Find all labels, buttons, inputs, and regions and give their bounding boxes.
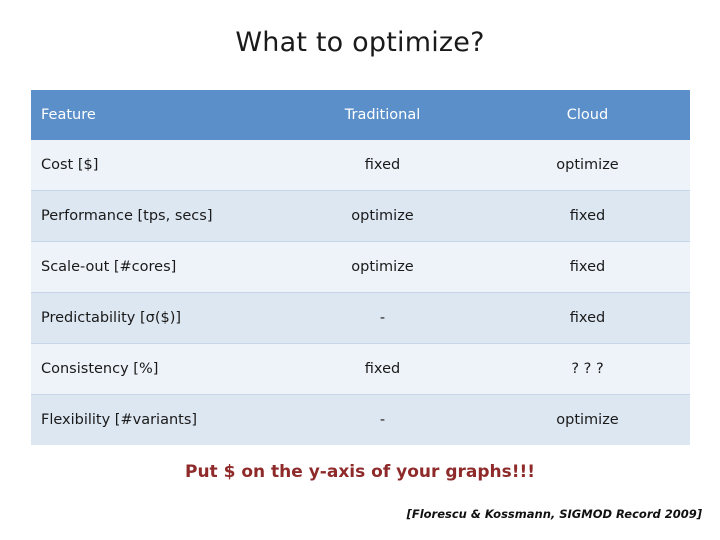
table-header: Feature Traditional Cloud xyxy=(31,90,690,140)
table-body: Cost [$] fixed optimize Performance [tps… xyxy=(31,140,690,445)
cell-cloud: fixed xyxy=(485,292,690,344)
cell-feature: Consistency [%] xyxy=(31,343,280,395)
cell-cloud: fixed xyxy=(485,190,690,242)
cell-feature: Predictability [σ($)] xyxy=(31,292,280,344)
page-title: What to optimize? xyxy=(235,27,485,58)
cell-feature: Performance [tps, secs] xyxy=(31,190,280,242)
cell-traditional: - xyxy=(280,394,485,445)
cell-cloud: ? ? ? xyxy=(485,343,690,395)
cell-feature: Cost [$] xyxy=(31,140,280,191)
citation: [Florescu & Kossmann, SIGMOD Record 2009… xyxy=(406,507,702,521)
cell-traditional: - xyxy=(280,292,485,344)
table-row: Cost [$] fixed optimize xyxy=(31,140,690,191)
table-row: Predictability [σ($)] - fixed xyxy=(31,292,690,344)
cell-traditional: fixed xyxy=(280,140,485,191)
cell-cloud: fixed xyxy=(485,241,690,293)
column-header-cloud: Cloud xyxy=(485,90,690,140)
slide: What to optimize? Feature Traditional Cl… xyxy=(0,0,720,540)
table-header-row: Feature Traditional Cloud xyxy=(31,90,690,140)
table-row: Consistency [%] fixed ? ? ? xyxy=(31,343,690,395)
footnote-callout: Put $ on the y-axis of your graphs!!! xyxy=(184,462,535,482)
cell-traditional: optimize xyxy=(280,241,485,293)
cell-traditional: fixed xyxy=(280,343,485,395)
comparison-table-container: Feature Traditional Cloud Cost [$] fixed… xyxy=(31,90,690,445)
cell-feature: Flexibility [#variants] xyxy=(31,394,280,445)
table-row: Scale-out [#cores] optimize fixed xyxy=(31,241,690,293)
column-header-traditional: Traditional xyxy=(280,90,485,140)
cell-cloud: optimize xyxy=(485,140,690,191)
cell-feature: Scale-out [#cores] xyxy=(31,241,280,293)
table-row: Flexibility [#variants] - optimize xyxy=(31,394,690,445)
cell-cloud: optimize xyxy=(485,394,690,445)
table-row: Performance [tps, secs] optimize fixed xyxy=(31,190,690,242)
comparison-table: Feature Traditional Cloud Cost [$] fixed… xyxy=(31,90,690,445)
cell-traditional: optimize xyxy=(280,190,485,242)
column-header-feature: Feature xyxy=(31,90,280,140)
